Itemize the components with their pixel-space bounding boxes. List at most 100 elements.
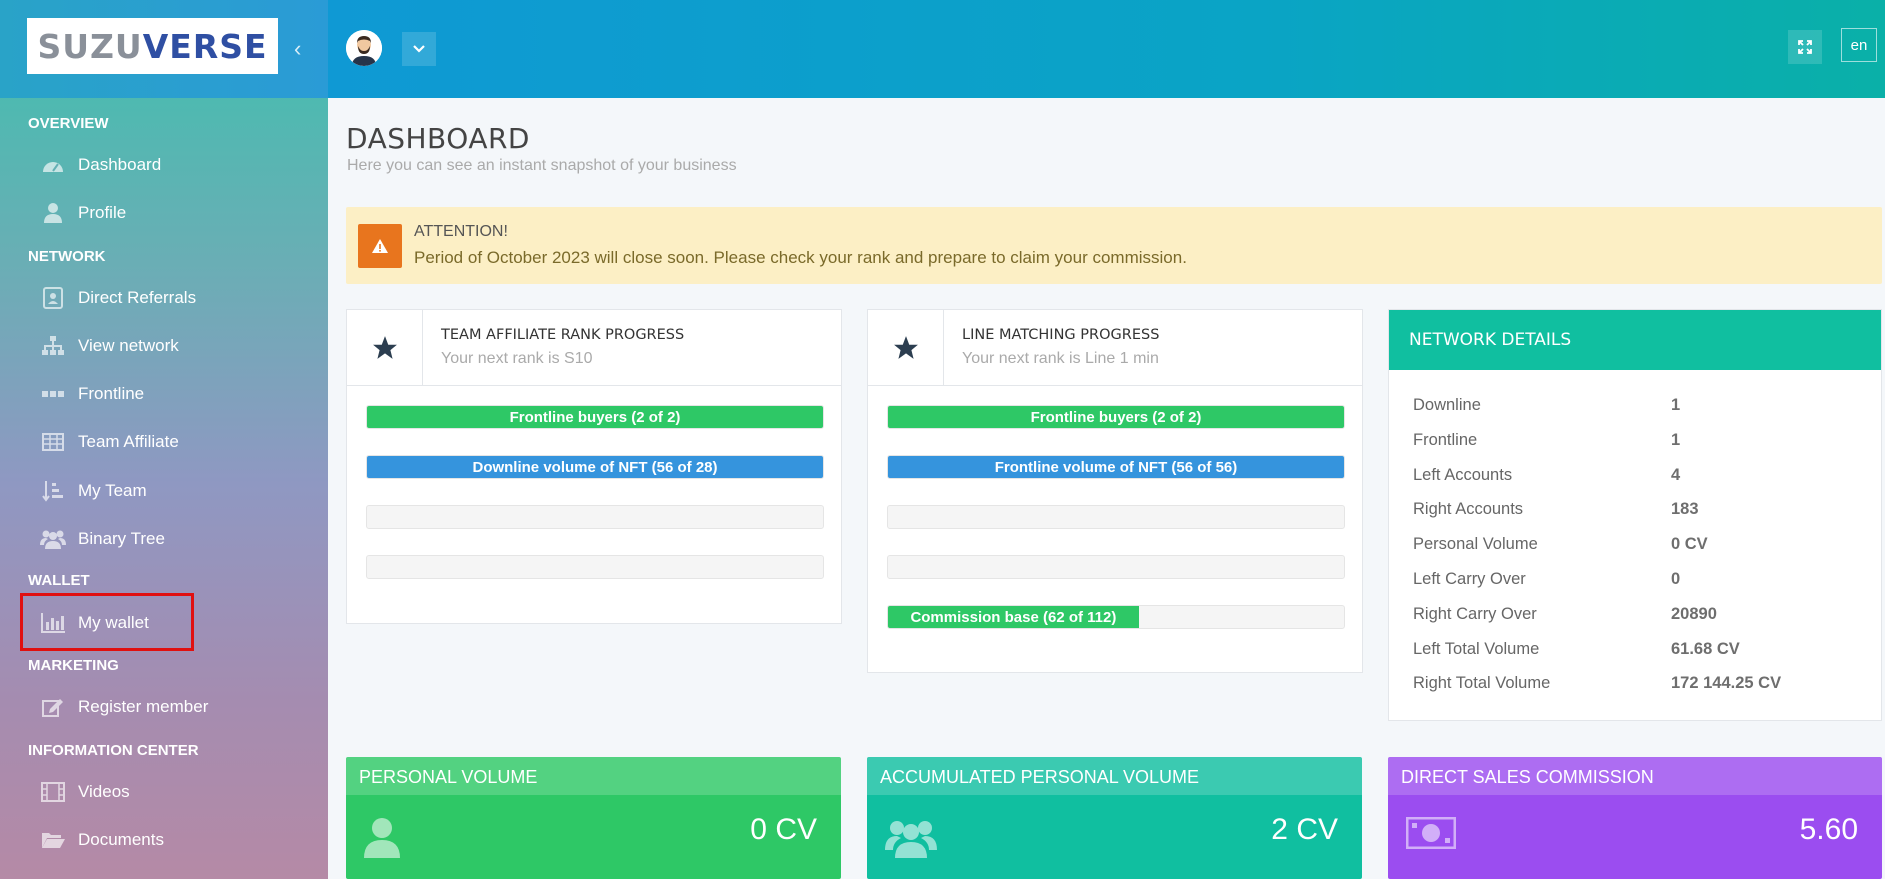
network-label: Personal Volume <box>1413 535 1538 553</box>
nav-section-network: NETWORK <box>28 248 106 265</box>
network-value: 172 144.25 CV <box>1671 674 1782 692</box>
chevron-down-icon[interactable] <box>402 32 436 66</box>
sidebar-item-videos[interactable]: Videos <box>40 777 130 807</box>
attention-alert: ATTENTION! Period of October 2023 will c… <box>346 207 1882 284</box>
table-icon <box>40 431 66 453</box>
stat-title: ACCUMULATED PERSONAL VOLUME <box>867 757 1362 795</box>
progress-fill: Frontline buyers (2 of 2) <box>367 406 823 428</box>
page-subtitle: Here you can see an instant snapshot of … <box>347 157 737 174</box>
star-icon <box>347 310 423 386</box>
stat-title: DIRECT SALES COMMISSION <box>1388 757 1882 795</box>
team-affiliate-rank-card: TEAM AFFILIATE RANK PROGRESS Your next r… <box>346 309 842 624</box>
network-label: Downline <box>1413 396 1481 414</box>
warning-icon <box>358 224 402 268</box>
sidebar: SUZU VERSE ‹ OVERVIEW Dashboard Profile N… <box>0 0 328 879</box>
network-details-card: NETWORK DETAILS Downline 1 Frontline 1 L… <box>1388 309 1882 721</box>
progress-bar: Frontline buyers (2 of 2) <box>887 405 1345 429</box>
sidebar-item-label: View network <box>78 336 179 355</box>
progress-fill: Downline volume of NFT (56 of 28) <box>367 456 823 478</box>
progress-bar: Commission base (62 of 112) <box>887 605 1345 629</box>
folder-icon <box>40 829 66 851</box>
page-title: DASHBOARD <box>346 122 530 155</box>
network-value: 1 <box>1671 396 1681 414</box>
progress-bar-empty <box>887 555 1345 579</box>
network-value: 61.68 CV <box>1671 640 1740 658</box>
sidebar-item-label: Dashboard <box>78 155 162 174</box>
line-matching-card: LINE MATCHING PROGRESS Your next rank is… <box>867 309 1363 673</box>
progress-fill: Frontline volume of NFT (56 of 56) <box>888 456 1344 478</box>
network-label: Right Carry Over <box>1413 605 1537 623</box>
stat-value: 5.60 <box>1799 813 1858 846</box>
network-value: 1 <box>1671 431 1681 449</box>
sidebar-item-register-member[interactable]: Register member <box>40 692 208 722</box>
sidebar-item-team-affiliate[interactable]: Team Affiliate <box>40 427 179 457</box>
sidebar-item-frontline[interactable]: Frontline <box>40 379 144 409</box>
logo-text-suzu: SUZU <box>37 26 143 66</box>
network-details-title: NETWORK DETAILS <box>1389 310 1881 370</box>
progress-bar: Frontline buyers (2 of 2) <box>366 405 824 429</box>
stat-value: 2 CV <box>1271 813 1338 846</box>
sidebar-item-label: Profile <box>78 203 127 222</box>
avatar[interactable] <box>346 30 382 66</box>
nav-section-wallet: WALLET <box>28 572 90 589</box>
sidebar-item-label: Register member <box>78 697 209 716</box>
sidebar-item-profile[interactable]: Profile <box>40 198 126 228</box>
sidebar-item-label: Direct Referrals <box>78 288 197 307</box>
card-title: TEAM AFFILIATE RANK PROGRESS <box>441 327 685 343</box>
dashboard-icon <box>40 154 66 176</box>
network-label: Right Accounts <box>1413 500 1524 518</box>
progress-fill: Frontline buyers (2 of 2) <box>888 406 1344 428</box>
selection-highlight <box>20 593 194 651</box>
card-header: TEAM AFFILIATE RANK PROGRESS Your next r… <box>347 310 841 386</box>
sidebar-item-label: Binary Tree <box>78 529 165 548</box>
progress-fill: Commission base (62 of 112) <box>888 606 1139 628</box>
edit-icon <box>40 696 66 718</box>
nav-section-information-center: INFORMATION CENTER <box>28 742 199 759</box>
sidebar-item-documents[interactable]: Documents <box>40 825 164 855</box>
sidebar-item-binary-tree[interactable]: Binary Tree <box>40 524 165 554</box>
sidebar-item-label: Team Affiliate <box>78 432 179 451</box>
card-subtitle: Your next rank is Line 1 min <box>962 350 1159 367</box>
network-label: Left Accounts <box>1413 466 1513 484</box>
users-icon <box>885 817 937 864</box>
top-bar: en <box>328 0 1885 98</box>
network-label: Left Carry Over <box>1413 570 1526 588</box>
accumulated-personal-volume-card: ACCUMULATED PERSONAL VOLUME 2 CV <box>867 757 1362 879</box>
film-icon <box>40 781 66 803</box>
sidebar-item-label: My Team <box>78 481 147 500</box>
language-button[interactable]: en <box>1841 28 1877 62</box>
ellipsis-icon <box>40 383 66 405</box>
fullscreen-icon[interactable] <box>1788 30 1822 64</box>
network-label: Frontline <box>1413 431 1478 449</box>
alert-message: Period of October 2023 will close soon. … <box>414 248 1187 267</box>
chevron-left-icon[interactable]: ‹ <box>294 36 301 62</box>
direct-sales-commission-card: DIRECT SALES COMMISSION 5.60 <box>1388 757 1882 879</box>
sort-list-icon <box>40 480 66 502</box>
card-subtitle: Your next rank is S10 <box>441 350 593 367</box>
network-value: 0 CV <box>1671 535 1708 553</box>
user-icon <box>40 202 66 224</box>
money-icon <box>1405 816 1457 854</box>
stat-title: PERSONAL VOLUME <box>346 757 841 795</box>
logo-bar: SUZU VERSE ‹ <box>0 0 328 98</box>
brand-logo[interactable]: SUZU VERSE <box>27 18 278 74</box>
personal-volume-card: PERSONAL VOLUME 0 CV <box>346 757 841 879</box>
sidebar-item-dashboard[interactable]: Dashboard <box>40 150 161 180</box>
star-icon <box>868 310 944 386</box>
stat-value: 0 CV <box>750 813 817 846</box>
users-icon <box>40 528 66 550</box>
nav-section-marketing: MARKETING <box>28 657 119 674</box>
logo-text-verse: VERSE <box>142 26 268 66</box>
sitemap-icon <box>40 335 66 357</box>
progress-bar: Frontline volume of NFT (56 of 56) <box>887 455 1345 479</box>
progress-bar-empty <box>366 555 824 579</box>
progress-bar-empty <box>887 505 1345 529</box>
card-header: LINE MATCHING PROGRESS Your next rank is… <box>868 310 1362 386</box>
network-value: 0 <box>1671 570 1681 588</box>
network-label: Right Total Volume <box>1413 674 1551 692</box>
network-label: Left Total Volume <box>1413 640 1540 658</box>
sidebar-item-view-network[interactable]: View network <box>40 331 179 361</box>
progress-bar-empty <box>366 505 824 529</box>
sidebar-item-direct-referrals[interactable]: Direct Referrals <box>40 283 196 313</box>
sidebar-item-my-team[interactable]: My Team <box>40 476 147 506</box>
